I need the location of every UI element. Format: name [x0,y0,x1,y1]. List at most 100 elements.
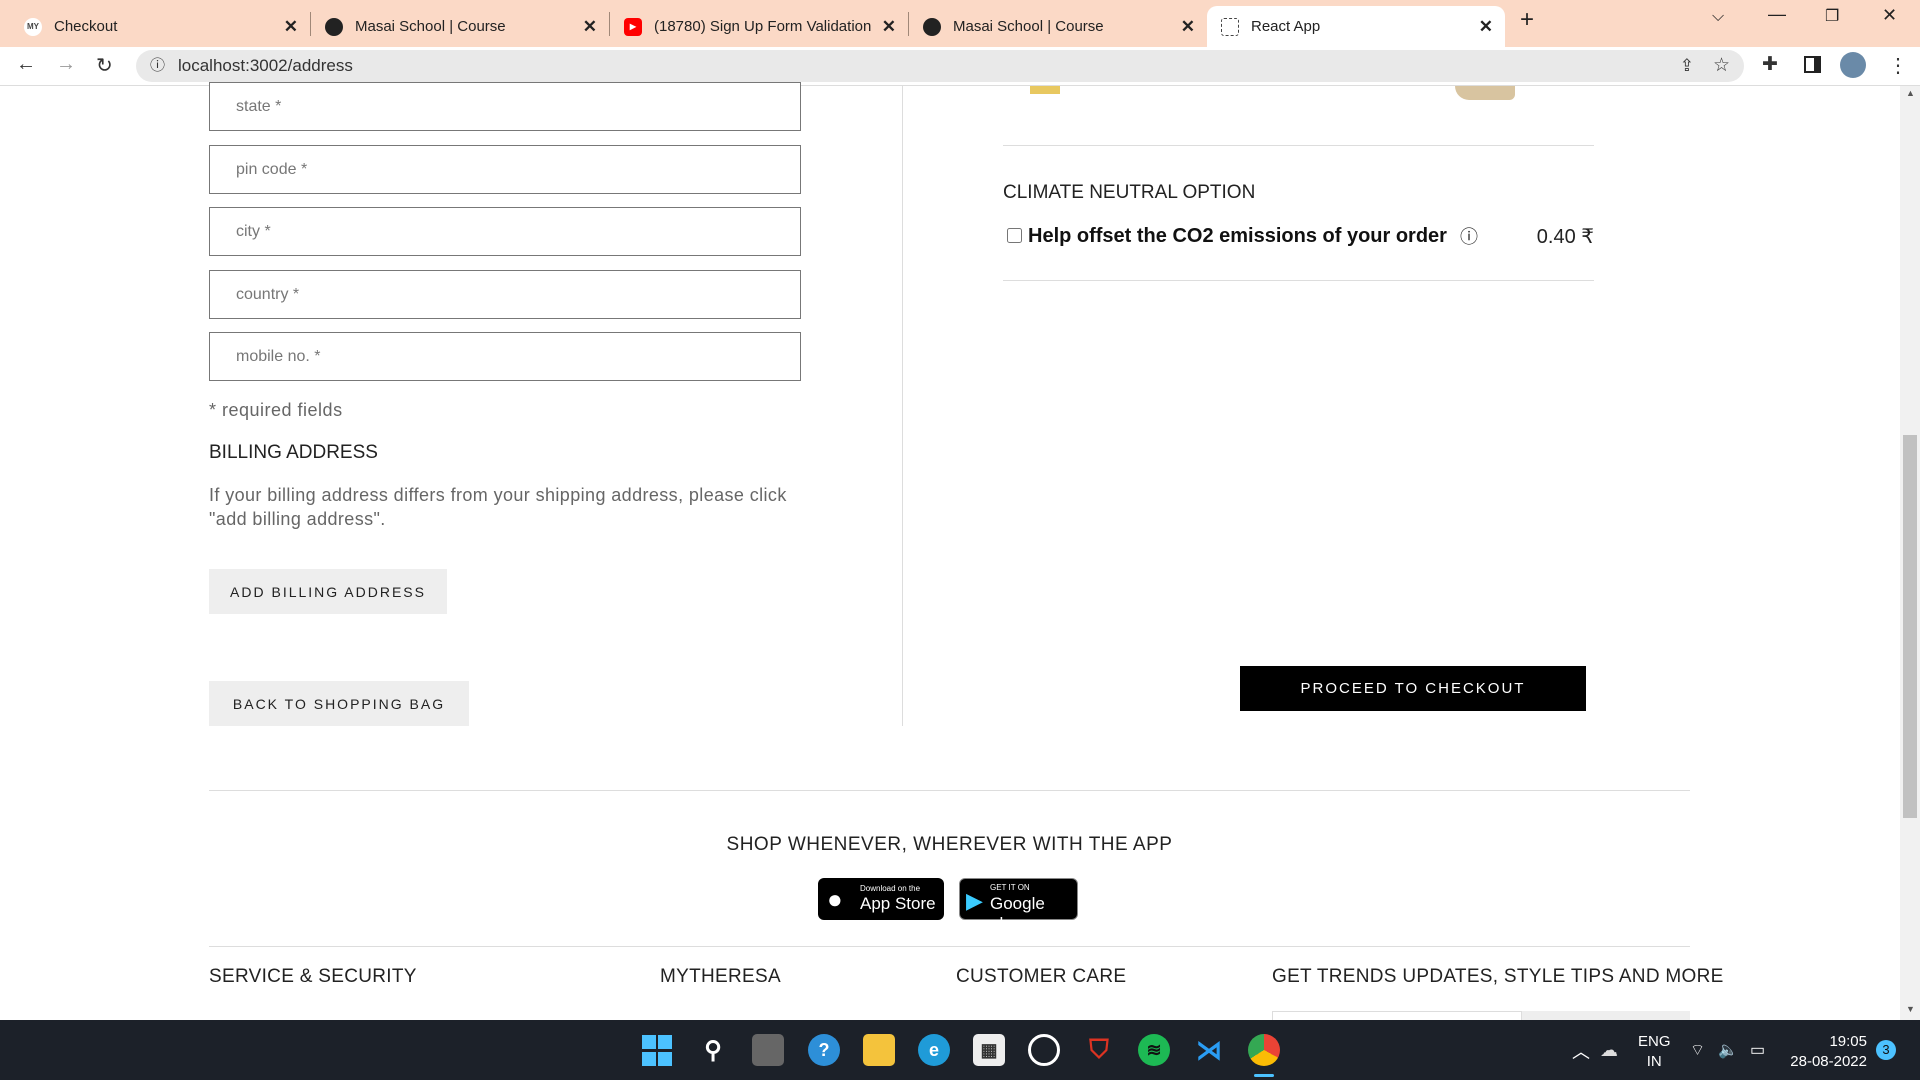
forward-icon[interactable]: → [56,53,76,76]
newsletter-email-input[interactable] [1272,1011,1522,1020]
tab-title: Masai School | Course [953,18,1104,35]
app-heading: SHOP WHENEVER, WHEREVER WITH THE APP [726,834,1173,855]
product-image-fragment [1030,86,1060,94]
github-icon[interactable] [1028,1034,1060,1066]
app-store-badge[interactable]: ● Download on the App Store [818,878,944,920]
info-icon: ⓘ [150,57,166,74]
share-icon[interactable]: ⇪ [1680,50,1694,82]
google-play-badge[interactable]: ▶ GET IT ON Google play [959,878,1078,933]
state-input[interactable] [209,82,801,131]
pin-code-input[interactable] [209,145,801,194]
add-billing-address-button[interactable]: ADD BILLING ADDRESS [209,569,447,614]
apple-icon: ● [827,884,843,914]
tab-title: React App [1251,18,1321,35]
address-bar[interactable]: ⓘ localhost:3002/address ⇪ ☆ [136,50,1744,82]
divider [209,790,1690,791]
info-icon[interactable]: ⓘ [1460,223,1478,249]
mytheresa-favicon: MY [24,17,42,36]
side-panel-icon[interactable] [1804,56,1821,73]
divider [1003,145,1594,146]
file-explorer-icon[interactable] [863,1034,895,1066]
billing-text: If your billing address differs from you… [209,485,787,529]
co2-label[interactable]: Help offset the CO2 emissions of your or… [1028,225,1447,248]
billing-heading: BILLING ADDRESS [209,442,378,463]
close-tab-icon[interactable]: ✕ [1181,17,1195,37]
scroll-down-arrow[interactable]: ▼ [1906,1004,1915,1014]
scrollbar-thumb[interactable] [1903,435,1917,818]
help-icon[interactable]: ? [808,1034,840,1066]
co2-checkbox[interactable] [1007,228,1022,243]
tab-masai-1[interactable]: Masai School | Course ✕ [311,6,609,47]
extensions-icon[interactable]: ✚ [1762,53,1778,76]
bookmark-star-icon[interactable]: ☆ [1713,50,1730,82]
scrollbar-track[interactable]: ▲ ▼ [1900,86,1920,1020]
menu-icon[interactable]: ⋮ [1888,53,1908,78]
restore-button[interactable]: ❐ [1825,6,1839,26]
active-app-indicator [1254,1074,1274,1077]
minimize-button[interactable]: — [1768,4,1786,25]
spotify-icon[interactable]: ≋ [1138,1034,1170,1066]
tab-bar: MY Checkout ✕ Masai School | Course ✕ ▶ (187… [0,0,1920,47]
tab-search-icon[interactable]: ⌵ [1712,8,1724,26]
reload-icon[interactable]: ↻ [96,53,113,78]
store-icon[interactable]: ▦ [973,1034,1005,1066]
close-tab-icon[interactable]: ✕ [284,17,298,37]
climate-heading: CLIMATE NEUTRAL OPTION [1003,182,1256,203]
language-indicator[interactable]: ENG IN [1638,1032,1671,1072]
region-text: IN [1646,1053,1662,1070]
tab-react-app[interactable]: React App ✕ [1207,6,1505,47]
chrome-icon[interactable] [1248,1034,1280,1066]
scroll-up-arrow[interactable]: ▲ [1906,88,1915,98]
back-to-shopping-bag-button[interactable]: BACK TO SHOPPING BAG [209,681,469,726]
notification-badge[interactable]: 3 [1876,1040,1896,1060]
co2-price: ₹ 0.40 [1536,226,1594,248]
divider [209,946,1690,947]
country-input[interactable] [209,270,801,319]
volume-icon[interactable]: 🔈 [1718,1040,1738,1060]
required-note: * required fields [209,400,343,420]
close-tab-icon[interactable]: ✕ [583,17,597,37]
vscode-icon[interactable]: ⋊ [1193,1034,1225,1066]
footer-heading-newsletter: GET TRENDS UPDATES, STYLE TIPS AND MORE [1272,966,1724,987]
footer-heading-mytheresa: MYTHERESA [660,966,781,987]
badge-big-text: Google play [990,894,1045,933]
battery-icon[interactable]: ▭ [1750,1040,1765,1060]
youtube-icon: ▶ [624,17,642,36]
back-icon[interactable]: ← [16,53,36,76]
onedrive-icon[interactable]: ☁ [1600,1040,1618,1061]
tab-title: (18780) Sign Up Form Validation [654,18,872,35]
wifi-icon[interactable]: ⌔ [1690,1040,1705,1060]
clock[interactable]: 19:05 28-08-2022 [1780,1032,1867,1072]
globe-icon [923,17,941,36]
lang-text: ENG [1638,1033,1671,1050]
google-play-icon: ▶ [966,888,983,913]
footer-heading-service: SERVICE & SECURITY [209,966,417,987]
show-hidden-icons[interactable]: ︿ [1572,1038,1590,1064]
tab-youtube[interactable]: ▶ (18780) Sign Up Form Validation ✕ [610,6,908,47]
search-icon[interactable]: ⚲ [697,1034,729,1066]
divider [1003,280,1594,281]
badge-small-text: Download on the [860,884,921,893]
city-input[interactable] [209,207,801,256]
badge-big-text: App Store [860,894,936,913]
profile-avatar[interactable] [1840,52,1866,78]
tab-checkout[interactable]: MY Checkout ✕ [10,6,310,47]
mobile-input[interactable] [209,332,801,381]
close-window-button[interactable]: ✕ [1882,5,1897,26]
date-text: 28-08-2022 [1790,1053,1867,1070]
close-tab-icon[interactable]: ✕ [1479,17,1493,37]
task-view-icon[interactable] [752,1034,784,1066]
tab-masai-2[interactable]: Masai School | Course ✕ [909,6,1207,47]
product-image-fragment [1455,86,1515,100]
start-icon[interactable] [642,1034,672,1066]
close-tab-icon[interactable]: ✕ [881,16,896,37]
footer-heading-customer-care: CUSTOMER CARE [956,966,1127,987]
globe-icon [325,17,343,36]
tab-title: Checkout [54,18,118,35]
new-tab-button[interactable]: + [1520,6,1534,34]
mcafee-icon[interactable]: ⛉ [1083,1034,1115,1066]
proceed-to-checkout-button[interactable]: PROCEED TO CHECKOUT [1240,666,1586,711]
url-text: localhost:3002/address [178,56,353,75]
newsletter-submit-button[interactable] [1522,1011,1690,1020]
edge-icon[interactable]: e [918,1034,950,1066]
